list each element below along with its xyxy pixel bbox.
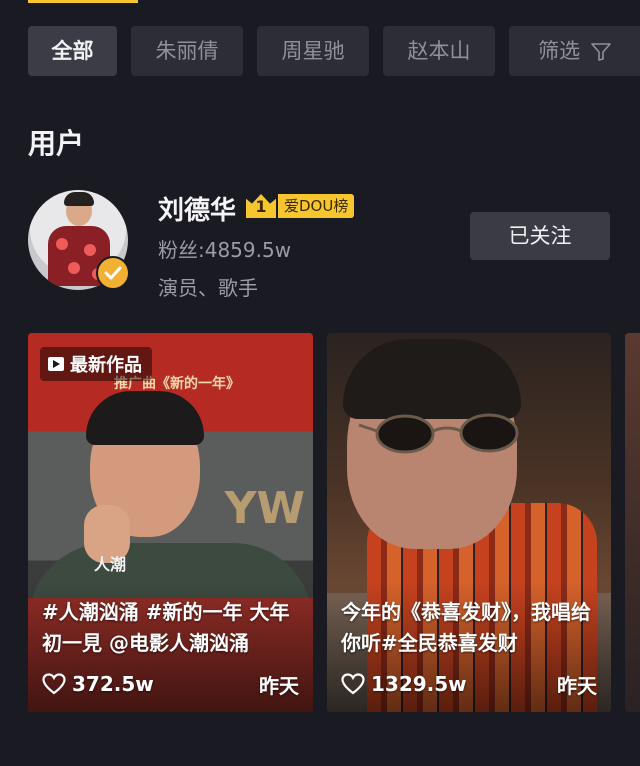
latest-work-label: 最新作品 bbox=[70, 355, 142, 376]
user-name[interactable]: 刘德华 bbox=[158, 190, 236, 227]
sweater-pattern bbox=[84, 244, 96, 256]
film-logo: 人潮 bbox=[94, 555, 127, 574]
chip-zhou-xingchi[interactable]: 周星驰 bbox=[257, 26, 369, 76]
verified-check-icon bbox=[96, 256, 130, 290]
chip-zhao-benshan[interactable]: 赵本山 bbox=[383, 26, 495, 76]
heart-icon bbox=[341, 673, 365, 695]
video-meta: 1329.5w 昨天 bbox=[341, 670, 597, 698]
rank-label: 爱DOU榜 bbox=[278, 194, 355, 218]
chip-all[interactable]: 全部 bbox=[28, 26, 117, 76]
like-count: 1329.5w bbox=[371, 672, 467, 696]
section-title-users: 用户 bbox=[28, 127, 85, 160]
filter-chip-row: 全部 朱丽倩 周星驰 赵本山 筛选 bbox=[28, 26, 640, 76]
video-card[interactable]: 推广曲《新的一年》 YW 人潮 最新作品 #人潮汹涌 #新的一年 大年初一見 @… bbox=[28, 333, 313, 712]
sunglasses-icon bbox=[358, 413, 519, 454]
fans-count: 粉丝:4859.5w bbox=[158, 238, 292, 262]
latest-work-badge: 最新作品 bbox=[40, 347, 152, 381]
avatar-hair bbox=[64, 192, 94, 206]
video-card-peek[interactable] bbox=[625, 333, 640, 712]
following-button[interactable]: 已关注 bbox=[470, 212, 610, 260]
rank-badge[interactable]: 1 爱DOU榜 bbox=[246, 194, 355, 218]
chip-zhu-liqian[interactable]: 朱丽倩 bbox=[131, 26, 243, 76]
post-time: 昨天 bbox=[259, 673, 299, 698]
sweater-pattern bbox=[56, 238, 68, 250]
background-wall-text: YW bbox=[224, 483, 305, 534]
crown-icon: 1 bbox=[246, 194, 276, 218]
sweater-pattern bbox=[68, 262, 80, 274]
funnel-icon bbox=[591, 43, 611, 61]
video-description: #人潮汹涌 #新的一年 大年初一見 @电影人潮汹涌 bbox=[42, 600, 290, 655]
video-icon bbox=[48, 357, 64, 371]
filter-button[interactable]: 筛选 bbox=[509, 26, 640, 76]
user-result-row[interactable]: 刘德华 1 爱DOU榜 粉丝:4859.5w 演员、歌手 已关注 bbox=[28, 190, 612, 300]
post-time: 昨天 bbox=[557, 673, 597, 698]
active-tab-indicator bbox=[28, 0, 138, 3]
user-roles: 演员、歌手 bbox=[158, 276, 258, 300]
video-description: 今年的《恭喜发财》，我唱给你听#全民恭喜发财 bbox=[341, 600, 591, 655]
filter-label: 筛选 bbox=[538, 39, 581, 63]
like-count: 372.5w bbox=[72, 672, 154, 696]
video-meta: 372.5w 昨天 bbox=[42, 670, 299, 698]
video-card[interactable]: 今年的《恭喜发财》，我唱给你听#全民恭喜发财 1329.5w 昨天 bbox=[327, 333, 611, 712]
heart-icon bbox=[42, 673, 66, 695]
person-hair bbox=[343, 339, 521, 419]
